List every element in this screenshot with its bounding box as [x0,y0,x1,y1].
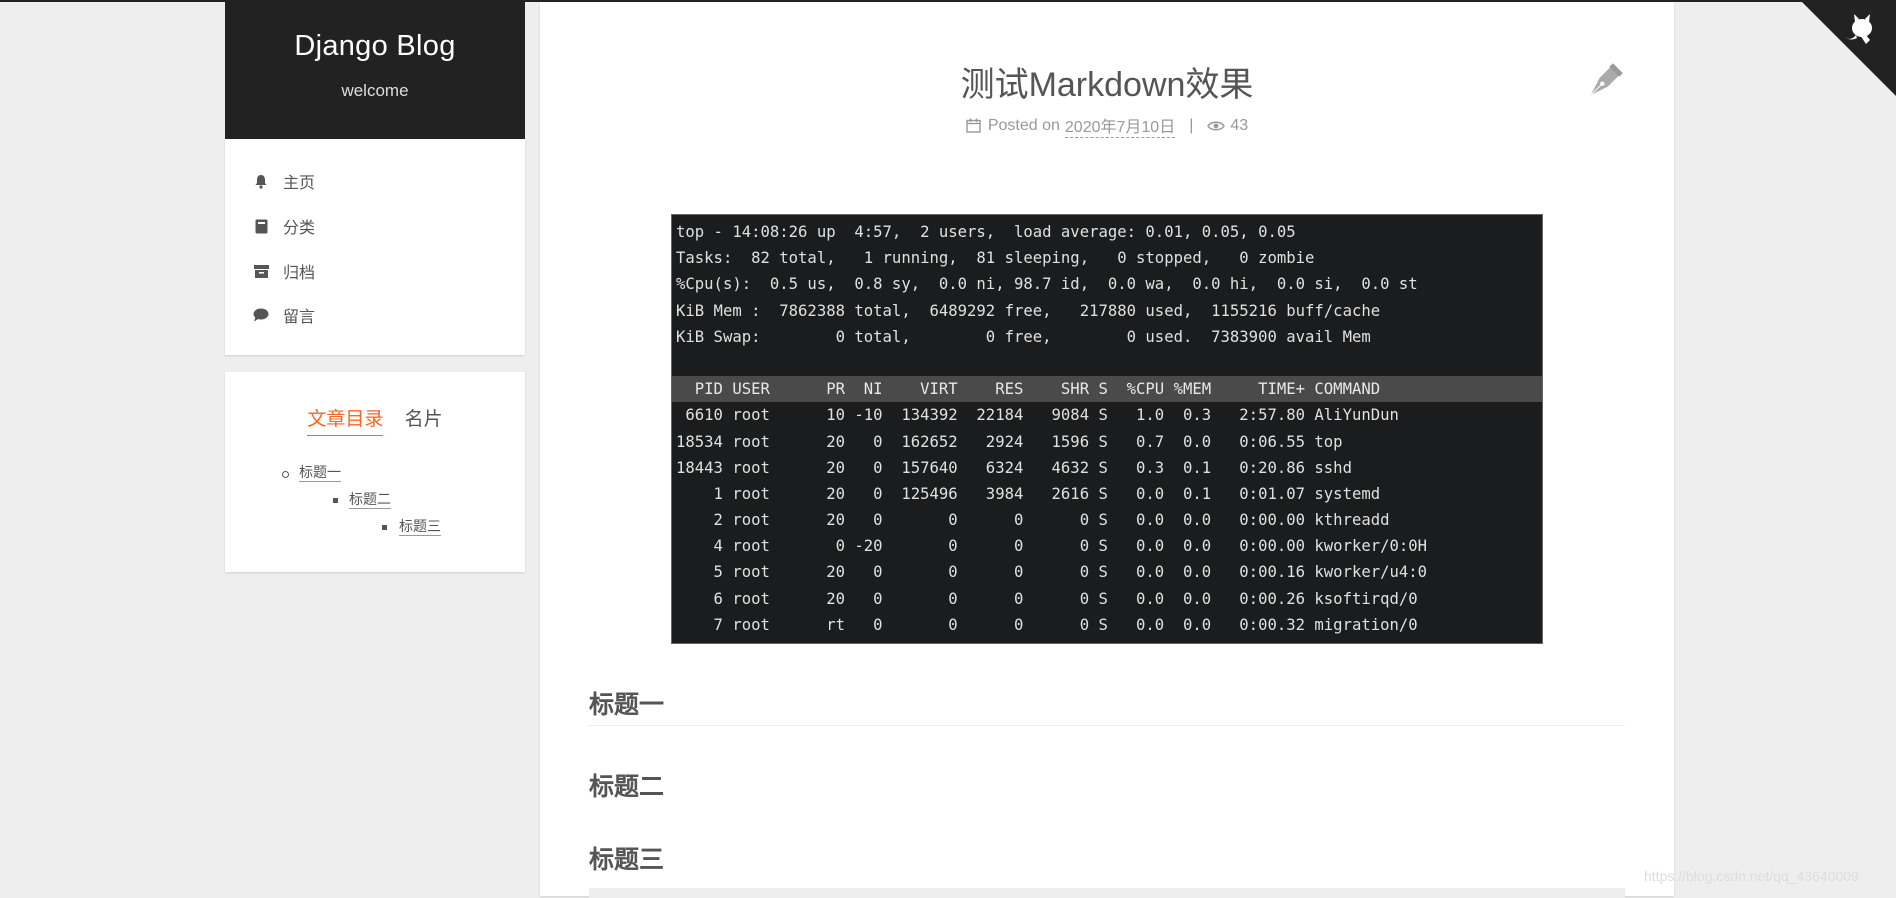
tab-profile[interactable]: 名片 [405,404,443,435]
github-corner-icon[interactable] [1800,0,1896,101]
bell-icon [253,173,269,189]
nav-item-guestbook[interactable]: 留言 [253,303,315,327]
content-block-edge [589,888,1625,898]
comment-icon [253,307,269,323]
sidebar-toc-card: 文章目录 名片 标题一 标题二 标题三 [225,372,525,572]
sidebar-nav: 主页 分类 归档 留言 [225,139,525,355]
nav-item-archive[interactable]: 归档 [253,259,315,283]
watermark-text: https://blog.csdn.net/qq_43640009 [1644,868,1859,884]
terminal-line: 5 root 20 0 0 0 0 S 0.0 0.0 0:00.16 kwor… [676,563,1428,582]
post-title[interactable]: 测试Markdown效果 [540,57,1674,106]
terminal-line: 6 root 20 0 0 0 0 S 0.0 0.0 0:00.26 ksof… [676,589,1418,608]
sidebar-tabs: 文章目录 名片 [225,404,525,436]
tab-toc[interactable]: 文章目录 [307,404,384,436]
pen-icon [1580,60,1626,111]
terminal-screenshot: top - 14:08:26 up 4:57, 2 users, load av… [671,214,1543,644]
nav-item-label: 归档 [283,265,316,282]
view-count: 43 [1230,116,1249,134]
terminal-line: 1 root 20 0 125496 3984 2616 S 0.0 0.1 0… [676,484,1381,503]
terminal-line: 4 root 0 -20 0 0 0 S 0.0 0.0 0:00.00 kwo… [676,537,1428,556]
posted-on-label: Posted on [987,116,1060,134]
site-title[interactable]: Django Blog [225,30,525,63]
toc-link-1[interactable]: 标题一 [299,463,341,482]
toc-link-3[interactable]: 标题三 [399,517,441,536]
site-brand: Django Blog welcome [225,2,525,139]
book-icon [253,218,269,234]
post-meta: Posted on 2020年7月10日 | 43 [540,113,1674,138]
nav-item-label: 分类 [283,220,316,237]
terminal-line: KiB Mem : 7862388 total, 6489292 free, 2… [676,301,1381,320]
terminal-line: 18443 root 20 0 157640 6324 4632 S 0.3 0… [676,458,1352,477]
heading-1: 标题一 [589,685,1625,726]
terminal-header-row: PID USER PR NI VIRT RES SHR S %CPU %MEM … [672,376,1542,403]
terminal-line: 2 root 20 0 0 0 0 S 0.0 0.0 0:00.00 kthr… [676,511,1390,530]
terminal-line: Tasks: 82 total, 1 running, 81 sleeping,… [676,249,1315,268]
eye-icon [1207,120,1226,132]
terminal-line: top - 14:08:26 up 4:57, 2 users, load av… [676,223,1296,241]
post-date[interactable]: 2020年7月10日 [1064,113,1176,138]
nav-item-label: 主页 [283,175,316,192]
post-container: 测试Markdown效果 Posted on 2020年7月10日 | 43 t… [540,2,1674,898]
terminal-line: %Cpu(s): 0.5 us, 0.8 sy, 0.0 ni, 98.7 id… [676,275,1418,294]
toc-bullet [333,498,338,503]
terminal-line: 6610 root 10 -10 134392 22184 9084 S 1.0… [676,406,1399,425]
heading-2: 标题二 [589,773,665,801]
toc-link-2[interactable]: 标题二 [349,490,391,509]
site-subtitle: welcome [341,81,409,100]
terminal-line: 7 root rt 0 0 0 0 S 0.0 0.0 0:00.32 migr… [676,615,1418,634]
toc-bullet [282,471,289,478]
terminal-line: KiB Swap: 0 total, 0 free, 0 used. 73839… [676,327,1371,346]
calendar-icon [966,118,981,133]
meta-separator: | [1189,116,1194,134]
toc-bullet [382,525,387,530]
nav-item-home[interactable]: 主页 [253,169,315,193]
terminal-line: 18534 root 20 0 162652 2924 1596 S 0.7 0… [676,432,1343,451]
nav-item-categories[interactable]: 分类 [253,214,315,238]
nav-item-label: 留言 [283,309,316,326]
archive-icon [253,263,269,279]
heading-3: 标题三 [589,846,665,874]
